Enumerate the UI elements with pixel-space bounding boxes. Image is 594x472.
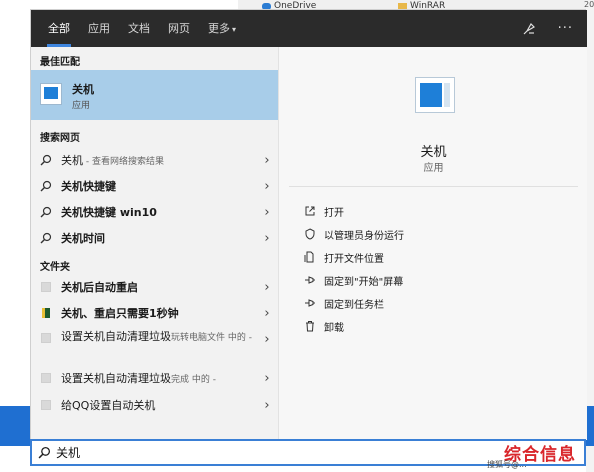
web-result-query: 关机 (61, 154, 83, 167)
action-open-file-location[interactable]: 打开文件位置 (303, 247, 384, 267)
best-match-item[interactable]: 关机 应用 (31, 70, 278, 120)
background-edge-text: 20 (584, 0, 594, 9)
chevron-right-icon[interactable]: › (256, 327, 278, 347)
tab-documents[interactable]: 文档 (119, 10, 159, 47)
web-result-item[interactable]: 关机时间 › (31, 226, 278, 250)
uninstall-icon (303, 319, 317, 333)
folder-icon (31, 373, 61, 383)
chevron-right-icon[interactable]: › (256, 280, 278, 295)
action-uninstall[interactable]: 卸载 (303, 316, 344, 336)
folder-result-text: 给QQ设置自动关机 (61, 397, 256, 413)
chevron-right-icon[interactable]: › (256, 306, 278, 321)
folder-result-name: 关机、重启只需要1秒钟 (61, 307, 179, 320)
action-open[interactable]: 打开 (303, 201, 344, 221)
filter-tab-bar: 全部 应用 文档 网页 更多 ▾ ··· (31, 10, 587, 47)
folder-result-text: 设置关机自动清理垃圾玩转电脑文件 中的 - (61, 327, 256, 346)
web-result-item[interactable]: 关机快捷键 › (31, 174, 278, 198)
pin-start-icon (303, 273, 317, 287)
preview-panel: 关机 应用 打开 以管理员身份运行 打开文件位置 固定到"开始"屏幕 固定到任务… (278, 47, 587, 440)
action-label: 固定到"开始"屏幕 (324, 276, 404, 288)
chevron-down-icon: ▾ (232, 25, 237, 34)
folder-result-item[interactable]: 设置关机自动清理垃圾完成 中的 - › (31, 366, 278, 390)
tab-more-label: 更多 (208, 22, 230, 35)
folder-result-text: 关机、重启只需要1秒钟 (61, 305, 256, 321)
preview-subtitle: 应用 (423, 163, 444, 174)
results-list: 最佳匹配 关机 应用 搜索网页 关机 - 查看网络搜索结果 › 关机快捷键 › … (31, 47, 278, 440)
web-result-text: 关机 - 查看网络搜索结果 (61, 152, 256, 168)
folder-icon (31, 282, 61, 292)
chevron-right-icon[interactable]: › (256, 231, 278, 246)
folder-icon (31, 400, 61, 410)
action-label: 打开 (324, 207, 344, 219)
media-folder-icon (31, 308, 61, 318)
background-blue-bar (0, 406, 30, 446)
web-result-hint: - 查看网络搜索结果 (83, 157, 164, 167)
search-icon (32, 446, 56, 459)
action-label: 卸载 (324, 322, 344, 334)
folder-result-text: 设置关机自动清理垃圾完成 中的 - (61, 370, 256, 386)
tab-web[interactable]: 网页 (159, 10, 199, 47)
shutdown-app-large-icon (415, 77, 455, 113)
tab-more[interactable]: 更多 ▾ (199, 10, 245, 47)
action-label: 固定到任务栏 (324, 299, 384, 311)
search-input[interactable] (56, 445, 356, 460)
file-location-icon (303, 250, 317, 264)
best-match-subtitle: 应用 (72, 101, 91, 111)
folder-result-item[interactable]: 设置关机自动清理垃圾玩转电脑文件 中的 - › (31, 327, 278, 363)
folder-result-text: 关机后自动重启 (61, 279, 256, 295)
web-search-header: 搜索网页 (40, 133, 80, 144)
search-icon (31, 180, 61, 192)
search-icon (31, 206, 61, 218)
background-desktop (586, 0, 594, 472)
best-match-title: 关机 (72, 83, 94, 96)
open-icon (303, 204, 317, 218)
start-menu: 全部 应用 文档 网页 更多 ▾ ··· 最佳匹配 关机 应用 搜索网页 关机 -… (30, 9, 587, 440)
web-result-text: 关机时间 (61, 230, 256, 246)
folder-result-item[interactable]: 给QQ设置自动关机 › (31, 393, 278, 417)
chevron-right-icon[interactable]: › (256, 398, 278, 413)
background-blue-bar (586, 406, 594, 446)
folder-result-name: 设置关机自动清理垃圾 (61, 372, 171, 385)
web-result-item[interactable]: 关机快捷键 win10 › (31, 200, 278, 224)
shutdown-app-icon (40, 83, 62, 105)
web-result-text: 关机快捷键 win10 (61, 204, 256, 220)
folder-result-item[interactable]: 关机后自动重启 › (31, 275, 278, 299)
pin-taskbar-icon (303, 296, 317, 310)
folder-result-name: 关机后自动重启 (61, 281, 138, 294)
folder-result-item[interactable]: 关机、重启只需要1秒钟 › (31, 301, 278, 325)
action-label: 打开文件位置 (324, 253, 384, 265)
folder-result-path: 完成 中的 - (171, 375, 216, 385)
folders-header: 文件夹 (40, 262, 70, 273)
chevron-right-icon[interactable]: › (256, 205, 278, 220)
web-result-query: 关机快捷键 (61, 180, 116, 193)
folder-icon (31, 327, 61, 343)
web-result-item[interactable]: 关机 - 查看网络搜索结果 › (31, 148, 278, 172)
web-result-query: 关机时间 (61, 232, 105, 245)
tab-apps[interactable]: 应用 (79, 10, 119, 47)
best-match-header: 最佳匹配 (40, 57, 80, 68)
top-right-icons: ··· (522, 22, 573, 36)
chevron-right-icon[interactable]: › (256, 153, 278, 168)
search-icon (31, 232, 61, 244)
web-result-query: 关机快捷键 win10 (61, 206, 157, 219)
folder-result-path: 玩转电脑文件 中的 - (171, 333, 252, 343)
search-icon (31, 154, 61, 166)
chevron-right-icon[interactable]: › (256, 179, 278, 194)
watermark-source: 搜狐号@... (487, 460, 527, 469)
preview-divider (289, 186, 578, 187)
more-options-icon[interactable]: ··· (558, 22, 573, 35)
action-pin-to-start[interactable]: 固定到"开始"屏幕 (303, 270, 403, 290)
web-result-text: 关机快捷键 (61, 178, 256, 194)
action-run-as-admin[interactable]: 以管理员身份运行 (303, 224, 404, 244)
tab-all[interactable]: 全部 (39, 10, 79, 47)
chevron-right-icon[interactable]: › (256, 371, 278, 386)
folder-result-name: 给QQ设置自动关机 (61, 399, 156, 412)
action-label: 以管理员身份运行 (324, 230, 404, 242)
feedback-icon[interactable] (522, 22, 536, 36)
preview-title: 关机 (420, 145, 447, 160)
action-pin-to-taskbar[interactable]: 固定到任务栏 (303, 293, 384, 313)
folder-result-name: 设置关机自动清理垃圾 (61, 330, 171, 343)
run-as-admin-icon (303, 227, 317, 241)
